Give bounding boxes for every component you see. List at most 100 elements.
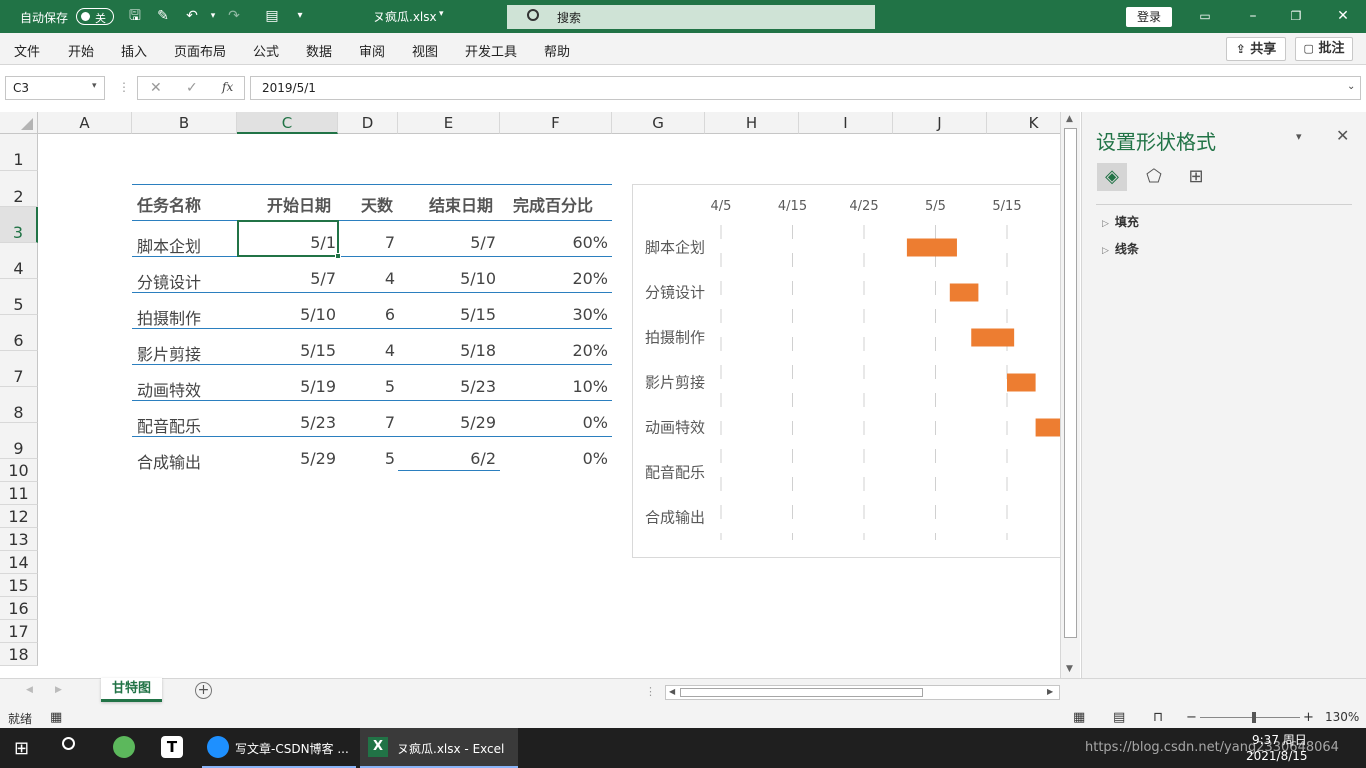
end-date[interactable]: 5/10 [460, 269, 496, 288]
percent-complete[interactable]: 0% [583, 413, 608, 432]
formula-input[interactable]: 2019/5/1 ⌄ [250, 76, 1361, 100]
close-pane-icon[interactable]: ✕ [1336, 126, 1349, 145]
end-date[interactable]: 5/23 [460, 377, 496, 396]
search-icon[interactable] [62, 737, 75, 750]
search-box[interactable]: 搜索 [507, 5, 875, 29]
days[interactable]: 4 [385, 269, 395, 288]
task-name[interactable]: 拍摄制作 [137, 305, 201, 329]
col-header-e[interactable]: E [398, 112, 500, 134]
col-header-a[interactable]: A [38, 112, 132, 134]
save-as-icon[interactable]: ✎ [153, 7, 173, 25]
horizontal-scroll-thumb[interactable] [680, 688, 923, 697]
col-header-k[interactable]: K [987, 112, 1060, 134]
end-date[interactable]: 5/18 [460, 341, 496, 360]
fill-line-tab-icon[interactable]: ◈ [1097, 163, 1127, 191]
percent-complete[interactable]: 20% [572, 269, 608, 288]
insert-function-icon[interactable]: fx [222, 80, 233, 94]
sheet-prev-icon[interactable]: ◀ [26, 685, 33, 695]
percent-complete[interactable]: 30% [572, 305, 608, 324]
days[interactable]: 5 [385, 377, 395, 396]
row-header-18[interactable]: 18 [0, 643, 38, 666]
start-date[interactable]: 5/19 [300, 377, 336, 396]
fill-handle[interactable] [335, 253, 341, 259]
end-date[interactable]: 5/7 [470, 233, 496, 252]
menu-help[interactable]: 帮助 [544, 41, 570, 60]
row-header-5[interactable]: 5 [0, 279, 38, 315]
row-header-6[interactable]: 6 [0, 315, 38, 351]
menu-home[interactable]: 开始 [68, 41, 94, 60]
add-sheet-icon[interactable]: + [195, 682, 212, 699]
start-date[interactable]: 5/23 [300, 413, 336, 432]
col-header-d[interactable]: D [338, 112, 398, 134]
autosave-toggle[interactable]: 关 [76, 8, 114, 25]
table-header-days[interactable]: 天数 [361, 192, 393, 216]
share-button[interactable]: ⇪ 共享 [1226, 37, 1286, 61]
vertical-scroll-thumb[interactable] [1064, 128, 1077, 638]
line-section[interactable]: ▷ 线条 [1102, 240, 1139, 257]
end-date[interactable]: 5/15 [460, 305, 496, 324]
row-header-16[interactable]: 16 [0, 597, 38, 620]
page-break-view-icon[interactable]: ⊓ [1153, 710, 1163, 725]
login-button[interactable]: 登录 [1126, 7, 1172, 27]
sheet-tab-gantt[interactable]: 甘特图 [101, 678, 162, 702]
row-header-2[interactable]: 2 [0, 171, 38, 207]
task-name[interactable]: 影片剪接 [137, 341, 201, 365]
worksheet-grid[interactable]: A B C D E F G H I J K 1 2 3 4 5 6 7 8 9 … [0, 112, 1060, 678]
undo-icon[interactable]: ↶ [182, 7, 202, 25]
start-date[interactable]: 5/7 [310, 269, 336, 288]
row-header-8[interactable]: 8 [0, 387, 38, 423]
expand-formula-icon[interactable]: ⌄ [1347, 81, 1355, 92]
accessibility-icon[interactable]: ▦ [50, 710, 62, 725]
row-header-3[interactable]: 3 [0, 207, 38, 243]
menu-file[interactable]: 文件 [14, 41, 40, 60]
horizontal-scrollbar[interactable]: ◀ ▶ [665, 685, 1060, 700]
table-header-end[interactable]: 结束日期 [429, 192, 493, 216]
scroll-right-icon[interactable]: ▶ [1047, 687, 1053, 696]
minimize-icon[interactable]: – [1243, 7, 1263, 25]
table-header-task[interactable]: 任务名称 [137, 192, 201, 216]
row-header-11[interactable]: 11 [0, 482, 38, 505]
cancel-icon[interactable]: ✕ [150, 80, 162, 96]
close-window-icon[interactable]: ✕ [1333, 7, 1353, 25]
taskbar-item-excel[interactable]: X ヌ疯瓜.xlsx - Excel [360, 728, 518, 768]
taskbar-item-edge[interactable]: 写文章-CSDN博客 ... [202, 728, 356, 768]
percent-complete[interactable]: 60% [572, 233, 608, 252]
row-header-10[interactable]: 10 [0, 459, 38, 482]
touch-mode-icon[interactable]: ▤ [262, 7, 282, 25]
ribbon-display-icon[interactable]: ▭ [1195, 7, 1215, 25]
row-header-4[interactable]: 4 [0, 243, 38, 279]
scroll-up-icon[interactable]: ▲ [1066, 114, 1073, 124]
zoom-slider-thumb[interactable] [1252, 712, 1256, 723]
start-date[interactable]: 5/15 [300, 341, 336, 360]
tab-split-handle-icon[interactable]: ⋮ [645, 685, 656, 698]
task-name[interactable]: 动画特效 [137, 377, 201, 401]
percent-complete[interactable]: 20% [572, 341, 608, 360]
enter-icon[interactable]: ✓ [186, 80, 198, 96]
percent-complete[interactable]: 0% [583, 449, 608, 468]
end-date[interactable]: 5/29 [460, 413, 496, 432]
row-header-17[interactable]: 17 [0, 620, 38, 643]
sheet-next-icon[interactable]: ▶ [55, 685, 62, 695]
windows-start-icon[interactable]: ⊞ [14, 738, 29, 759]
percent-complete[interactable]: 10% [572, 377, 608, 396]
title-dropdown-icon[interactable]: ▾ [439, 9, 444, 19]
menu-developer[interactable]: 开发工具 [465, 41, 517, 60]
days[interactable]: 7 [385, 233, 395, 252]
scroll-left-icon[interactable]: ◀ [669, 687, 675, 696]
days[interactable]: 6 [385, 305, 395, 324]
row-header-1[interactable]: 1 [0, 134, 38, 171]
pane-options-icon[interactable]: ▾ [1296, 130, 1302, 143]
vertical-scrollbar[interactable]: ▲ ▼ [1060, 112, 1080, 678]
zoom-in-icon[interactable]: + [1303, 710, 1314, 725]
menu-insert[interactable]: 插入 [121, 41, 147, 60]
menu-view[interactable]: 视图 [412, 41, 438, 60]
typora-icon[interactable]: T [161, 736, 183, 758]
col-header-j[interactable]: J [893, 112, 987, 134]
task-name[interactable]: 合成输出 [137, 449, 201, 473]
scroll-down-icon[interactable]: ▼ [1066, 664, 1073, 674]
page-layout-view-icon[interactable]: ▤ [1113, 710, 1125, 725]
col-header-b[interactable]: B [132, 112, 237, 134]
task-name[interactable]: 分镜设计 [137, 269, 201, 293]
row-header-15[interactable]: 15 [0, 574, 38, 597]
days[interactable]: 4 [385, 341, 395, 360]
